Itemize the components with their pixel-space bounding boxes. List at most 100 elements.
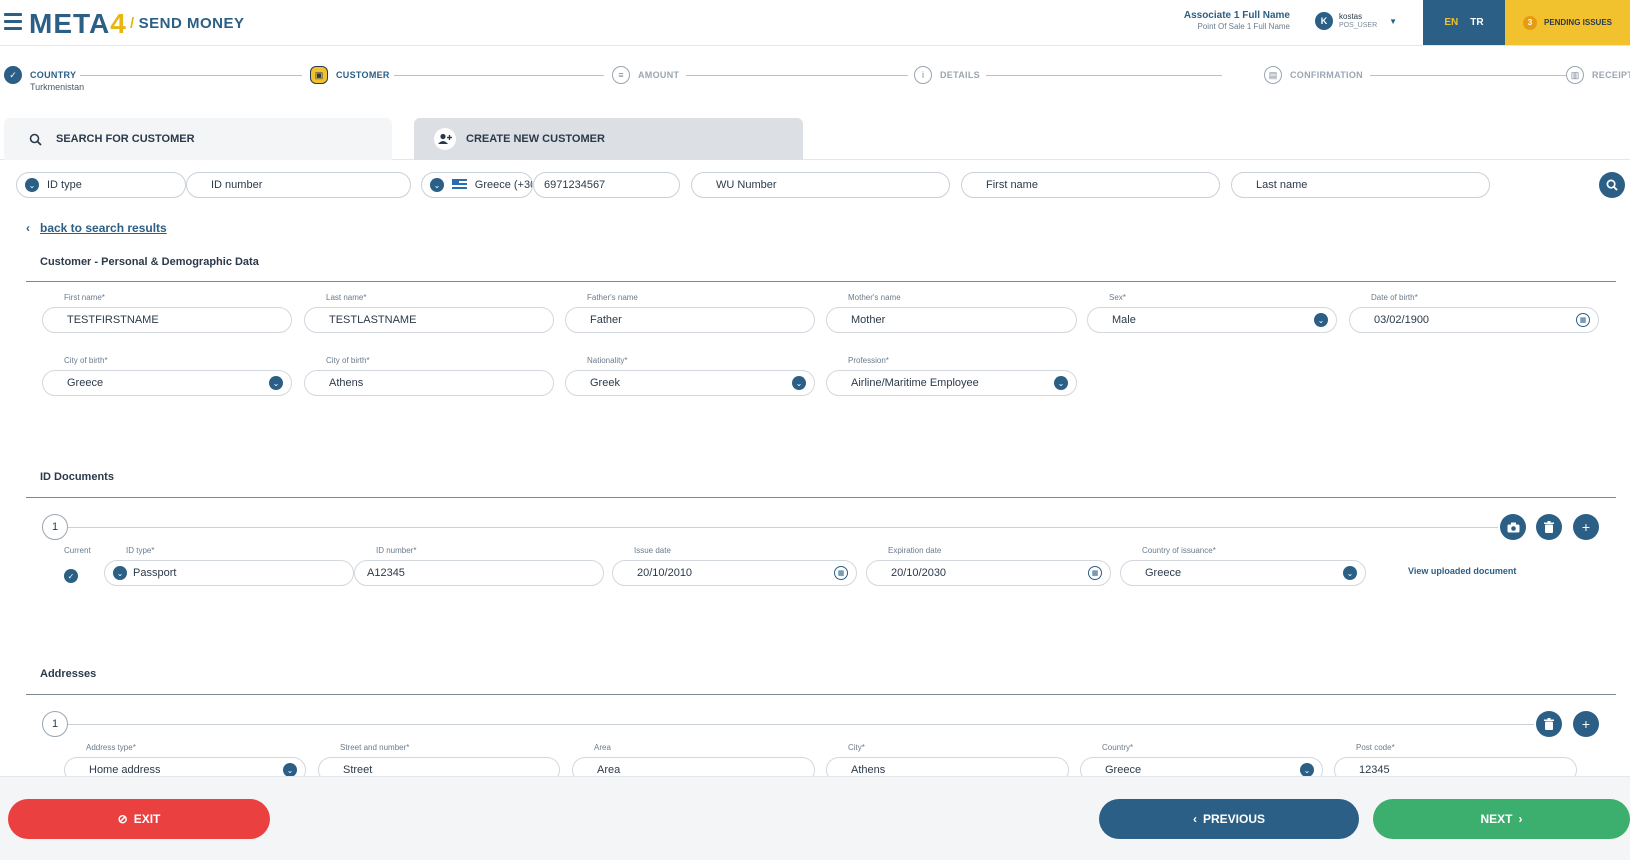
add-document-button[interactable]: + bbox=[1573, 514, 1599, 540]
plus-icon: + bbox=[1581, 716, 1591, 732]
chevron-down-icon: ⌄ bbox=[25, 178, 39, 192]
phone-number-input[interactable]: 6971234567 bbox=[533, 172, 680, 198]
dob-field: Date of birth* 03/02/1900 ▦ bbox=[1349, 293, 1599, 333]
trash-icon bbox=[1544, 718, 1554, 730]
father-name-field: Father's name Father bbox=[565, 293, 815, 333]
dob-input[interactable]: 03/02/1900 ▦ bbox=[1349, 307, 1599, 333]
plus-icon: + bbox=[1581, 519, 1591, 535]
sex-select[interactable]: Male ⌄ bbox=[1087, 307, 1337, 333]
id-documents-section-title: ID Documents bbox=[40, 471, 114, 483]
current-label: Current bbox=[64, 546, 91, 555]
step-receipt[interactable]: ▥ RECEIPT bbox=[1566, 66, 1630, 84]
chevron-left-icon: ‹ bbox=[1192, 812, 1197, 826]
lang-en[interactable]: EN bbox=[1444, 17, 1458, 28]
doc-id-type-field: ID type* ⌄ Passport bbox=[104, 546, 354, 586]
associate-name: Associate 1 Full Name bbox=[1183, 10, 1290, 21]
mother-name-field: Mother's name Mother bbox=[826, 293, 1077, 333]
father-name-input[interactable]: Father bbox=[565, 307, 815, 333]
search-button[interactable] bbox=[1599, 172, 1625, 198]
exit-button[interactable]: ⊘ EXIT bbox=[8, 799, 270, 839]
caret-down-icon[interactable]: ▼ bbox=[1389, 17, 1397, 26]
user-info: kostas POS_USER bbox=[1339, 12, 1378, 29]
camera-button[interactable] bbox=[1500, 514, 1526, 540]
associate-info: Associate 1 Full Name Point Of Sale 1 Fu… bbox=[1170, 10, 1290, 31]
id-type-select[interactable]: ⌄ ID type bbox=[16, 172, 186, 198]
divider bbox=[26, 497, 1616, 498]
last-name-input[interactable]: TESTLASTNAME bbox=[304, 307, 554, 333]
current-check-icon[interactable]: ✓ bbox=[64, 569, 78, 583]
customer-search-bar: ⌄ ID type ID number ⌄ Greece (+30 697123… bbox=[0, 172, 1630, 200]
first-name-field: First name* TESTFIRSTNAME bbox=[42, 293, 292, 333]
chevron-left-icon: ‹ bbox=[26, 221, 30, 235]
back-link-label[interactable]: back to search results bbox=[40, 221, 167, 235]
divider bbox=[26, 694, 1616, 695]
step-country[interactable]: ✓ COUNTRY Turkmenistan bbox=[4, 66, 84, 92]
country-of-birth-field: City of birth* Greece ⌄ bbox=[42, 356, 292, 396]
lang-tr[interactable]: TR bbox=[1470, 17, 1483, 28]
step-details[interactable]: i DETAILS bbox=[914, 66, 980, 84]
top-bar: META4 /SEND MONEY Associate 1 Full Name … bbox=[0, 0, 1630, 46]
nationality-select[interactable]: Greek ⌄ bbox=[565, 370, 815, 396]
step-amount[interactable]: ≡ AMOUNT bbox=[612, 66, 679, 84]
nationality-field: Nationality* Greek ⌄ bbox=[565, 356, 815, 396]
footer-bar: ⊘ EXIT ‹ PREVIOUS NEXT › bbox=[0, 776, 1630, 860]
chevron-down-icon: ⌄ bbox=[1343, 566, 1357, 580]
pending-count-badge: 3 bbox=[1522, 15, 1537, 30]
chevron-down-icon: ⌄ bbox=[1300, 763, 1314, 777]
receipt-icon: ▥ bbox=[1566, 66, 1584, 84]
city-of-birth-field: City of birth* Athens bbox=[304, 356, 554, 396]
profession-select[interactable]: Airline/Maritime Employee ⌄ bbox=[826, 370, 1077, 396]
city-of-birth-input[interactable]: Athens bbox=[304, 370, 554, 396]
country-of-issuance-select[interactable]: Greece ⌄ bbox=[1120, 560, 1366, 586]
camera-icon bbox=[1507, 522, 1519, 532]
first-name-search-input[interactable]: First name bbox=[961, 172, 1220, 198]
personal-section-title: Customer - Personal & Demographic Data bbox=[40, 256, 259, 268]
pending-issues-button[interactable]: 3 PENDING ISSUES bbox=[1505, 0, 1630, 45]
search-icon bbox=[24, 128, 46, 150]
issue-date-input[interactable]: 20/10/2010 ▦ bbox=[612, 560, 857, 586]
point-of-sale-name: Point Of Sale 1 Full Name bbox=[1197, 22, 1290, 31]
country-of-birth-select[interactable]: Greece ⌄ bbox=[42, 370, 292, 396]
chevron-right-icon: › bbox=[1518, 812, 1523, 826]
tab-search-customer[interactable]: SEARCH FOR CUSTOMER bbox=[4, 118, 392, 160]
divider bbox=[26, 281, 1616, 282]
doc-id-type-select[interactable]: ⌄ Passport bbox=[104, 560, 354, 586]
delete-address-button[interactable] bbox=[1536, 711, 1562, 737]
id-number-input[interactable]: ID number bbox=[186, 172, 411, 198]
calendar-icon[interactable]: ▦ bbox=[834, 566, 848, 580]
mother-name-input[interactable]: Mother bbox=[826, 307, 1077, 333]
calendar-icon[interactable]: ▦ bbox=[1088, 566, 1102, 580]
user-menu[interactable]: K kostas POS_USER ▼ bbox=[1315, 12, 1397, 30]
view-uploaded-document-link[interactable]: View uploaded document bbox=[1408, 566, 1516, 576]
wu-number-input[interactable]: WU Number bbox=[691, 172, 950, 198]
calendar-icon[interactable]: ▦ bbox=[1576, 313, 1590, 327]
delete-document-button[interactable] bbox=[1536, 514, 1562, 540]
hamburger-menu-icon[interactable] bbox=[4, 13, 22, 31]
add-address-button[interactable]: + bbox=[1573, 711, 1599, 737]
first-name-input[interactable]: TESTFIRSTNAME bbox=[42, 307, 292, 333]
ban-icon: ⊘ bbox=[117, 812, 128, 826]
tab-create-customer[interactable]: CREATE NEW CUSTOMER bbox=[414, 118, 803, 160]
doc-id-number-input[interactable]: A12345 bbox=[354, 560, 604, 586]
previous-button[interactable]: ‹ PREVIOUS bbox=[1099, 799, 1359, 839]
step-confirmation[interactable]: ▤ CONFIRMATION bbox=[1264, 66, 1363, 84]
chevron-down-icon: ⌄ bbox=[792, 376, 806, 390]
last-name-search-input[interactable]: Last name bbox=[1231, 172, 1490, 198]
step-customer[interactable]: ▣ CUSTOMER bbox=[310, 66, 390, 84]
next-button[interactable]: NEXT › bbox=[1373, 799, 1630, 839]
chevron-down-icon: ⌄ bbox=[269, 376, 283, 390]
country-of-issuance-field: Country of issuance* Greece ⌄ bbox=[1120, 546, 1366, 586]
greece-flag-icon bbox=[452, 179, 467, 191]
phone-country-select[interactable]: ⌄ Greece (+30 bbox=[421, 172, 533, 198]
progress-stepper: ✓ COUNTRY Turkmenistan ▣ CUSTOMER ≡ AMOUN… bbox=[0, 60, 1630, 100]
add-user-icon bbox=[434, 128, 456, 150]
back-to-search-link[interactable]: ‹ back to search results bbox=[26, 221, 167, 235]
expiration-date-input[interactable]: 20/10/2030 ▦ bbox=[866, 560, 1111, 586]
chevron-down-icon: ⌄ bbox=[113, 566, 127, 580]
address-index-badge: 1 bbox=[42, 711, 68, 737]
profession-field: Profession* Airline/Maritime Employee ⌄ bbox=[826, 356, 1077, 396]
avatar: K bbox=[1315, 12, 1333, 30]
confirmation-icon: ▤ bbox=[1264, 66, 1282, 84]
lock-icon: ▣ bbox=[310, 66, 328, 84]
check-icon: ✓ bbox=[4, 66, 22, 84]
